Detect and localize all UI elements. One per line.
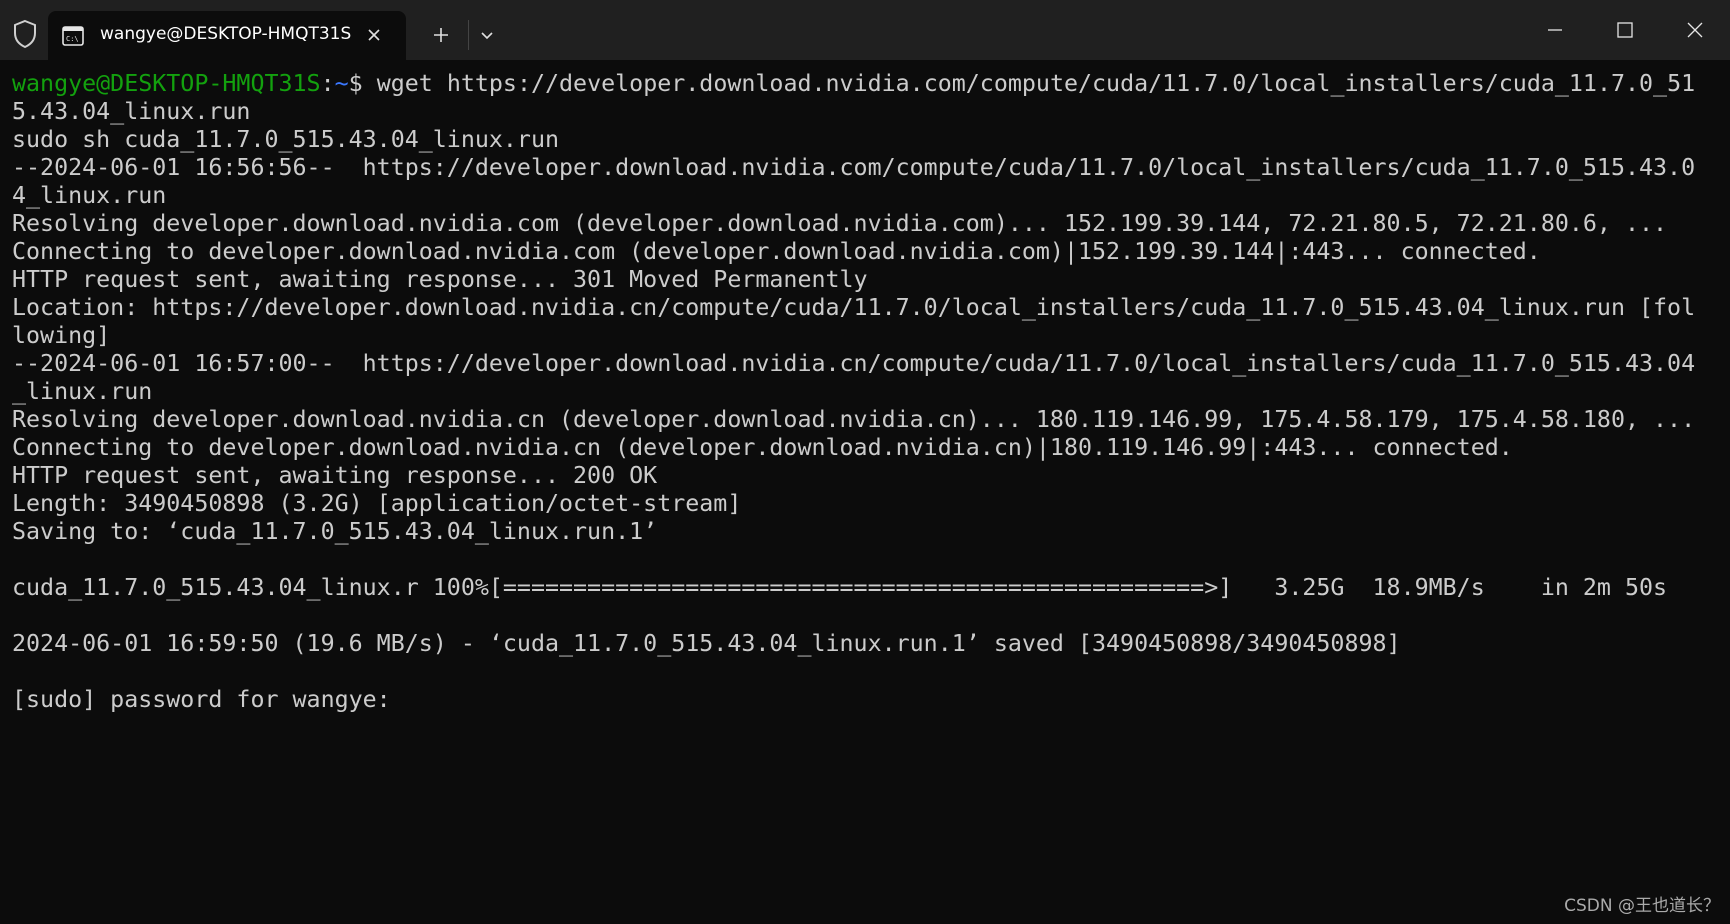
prompt-colon: : (320, 70, 335, 97)
title-bar[interactable]: C:\ wangye@DESKTOP-HMQT31S (0, 0, 1730, 60)
shield-icon[interactable] (12, 19, 38, 49)
output-line: lowing] (12, 322, 111, 349)
output-line: 2024-06-01 16:59:50 (19.6 MB/s) - ‘cuda_… (12, 630, 1401, 657)
output-line: --2024-06-01 16:57:00-- https://develope… (12, 350, 1696, 377)
close-window-button[interactable] (1660, 0, 1730, 60)
output-line: Location: https://developer.download.nvi… (12, 294, 1696, 321)
svg-text:C:\: C:\ (66, 35, 79, 43)
close-tab-icon[interactable] (366, 27, 382, 43)
output-line: Connecting to developer.download.nvidia.… (12, 434, 1513, 461)
tab-title: wangye@DESKTOP-HMQT31S (100, 24, 352, 44)
output-line: Connecting to developer.download.nvidia.… (12, 238, 1541, 265)
tab-separator (468, 20, 469, 50)
tab-terminal[interactable]: C:\ wangye@DESKTOP-HMQT31S (48, 11, 406, 60)
output-line: --2024-06-01 16:56:56-- https://develope… (12, 154, 1696, 181)
output-line: Resolving developer.download.nvidia.com … (12, 210, 1668, 237)
watermark: CSDN @王也道长？ (1564, 896, 1720, 916)
terminal-icon: C:\ (62, 26, 84, 46)
prompt-path: ~ (334, 70, 349, 97)
minimize-button[interactable] (1520, 0, 1590, 60)
prompt-symbol: $ (348, 70, 363, 97)
output-line: _linux.run (12, 378, 153, 405)
maximize-icon (1617, 22, 1633, 38)
output-line: Resolving developer.download.nvidia.cn (… (12, 406, 1696, 433)
output-line: 5.43.04_linux.run (12, 98, 251, 125)
terminal-window: C:\ wangye@DESKTOP-HMQT31S wangye@DESKTO… (0, 0, 1730, 924)
output-line: sudo sh cuda_11.7.0_515.43.04_linux.run (12, 126, 560, 153)
close-icon (1687, 22, 1703, 38)
output-line: HTTP request sent, awaiting response... … (12, 266, 868, 293)
prompt-command: wget https://developer.download.nvidia.c… (362, 70, 1696, 97)
progress-line: cuda_11.7.0_515.43.04_linux.r 100%[=====… (12, 574, 1668, 601)
chevron-down-icon[interactable] (474, 24, 500, 46)
new-tab-button[interactable] (428, 24, 454, 46)
terminal-output[interactable]: wangye@DESKTOP-HMQT31S:~$ wget https://d… (12, 70, 1718, 714)
prompt-user-host: wangye@DESKTOP-HMQT31S (12, 70, 321, 97)
password-prompt-line: [sudo] password for wangye: (12, 686, 391, 713)
output-line: Saving to: ‘cuda_11.7.0_515.43.04_linux.… (12, 518, 658, 545)
prompt-line: wangye@DESKTOP-HMQT31S:~$ wget https://d… (12, 70, 1718, 98)
maximize-button[interactable] (1590, 0, 1660, 60)
minimize-icon (1548, 29, 1562, 31)
output-line: HTTP request sent, awaiting response... … (12, 462, 658, 489)
output-line: 4_linux.run (12, 182, 167, 209)
output-line: Length: 3490450898 (3.2G) [application/o… (12, 490, 742, 517)
